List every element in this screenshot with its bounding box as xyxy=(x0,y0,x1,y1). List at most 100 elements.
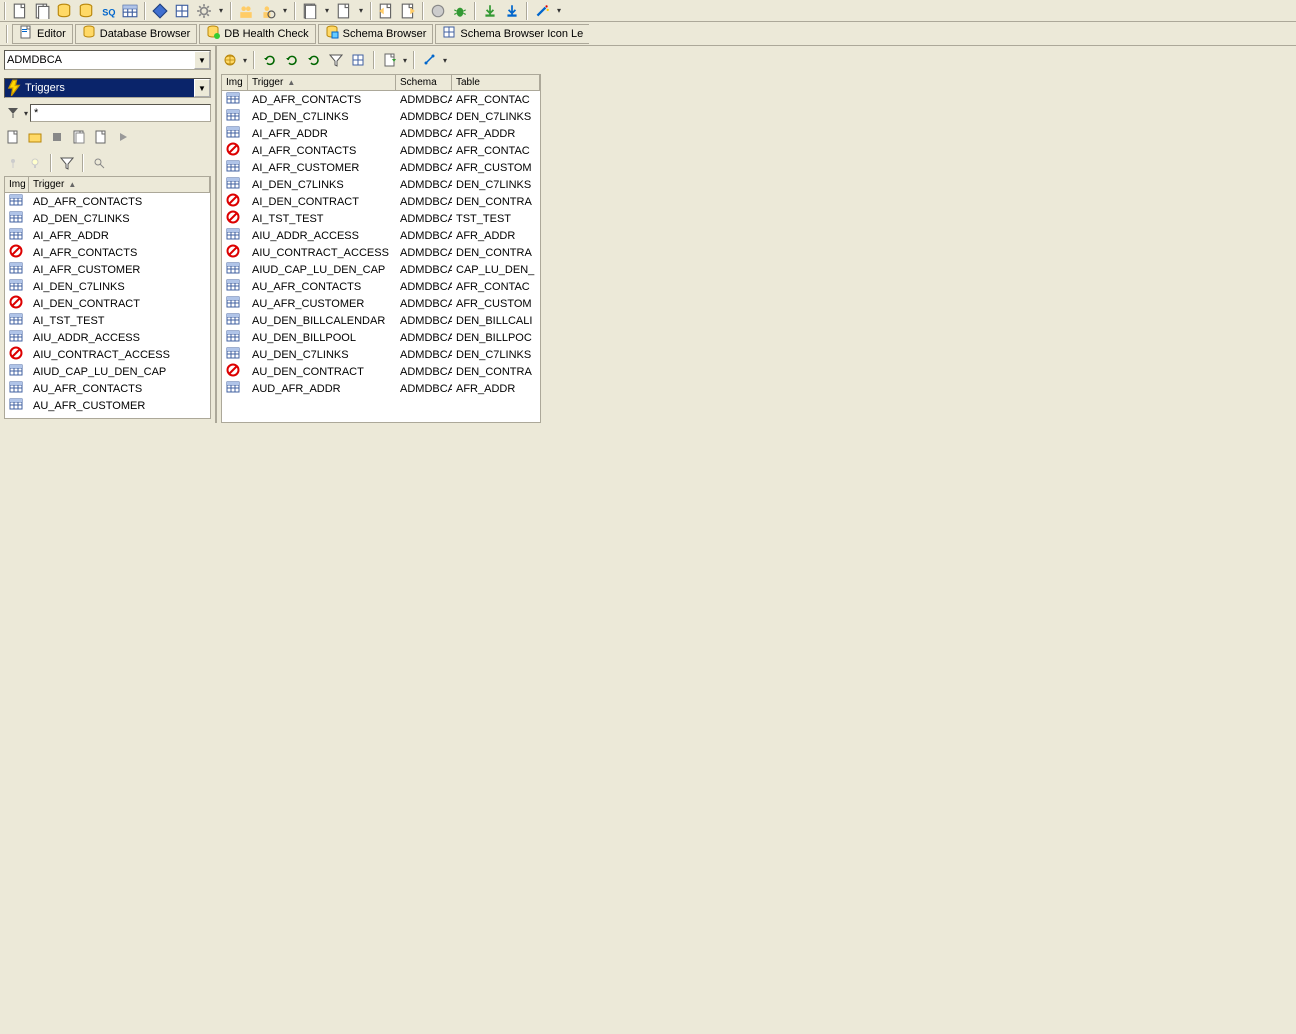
list-item[interactable]: AU_AFR_CONTACTS xyxy=(5,380,210,397)
tab-schema-browser-icon[interactable]: Schema Browser Icon Le xyxy=(435,24,589,44)
pin-btn[interactable] xyxy=(4,154,22,172)
tb-btn-dl1[interactable] xyxy=(480,1,500,21)
triggers-grid: Img Trigger▲ Schema Table AD_AFR_CONTACT… xyxy=(221,74,541,423)
tb-btn-11[interactable] xyxy=(258,1,278,21)
stop-btn[interactable] xyxy=(48,128,66,146)
script-btn[interactable] xyxy=(92,128,110,146)
col-header-img[interactable]: Img xyxy=(5,177,29,192)
play-btn[interactable] xyxy=(114,128,132,146)
dropdown-arrow-icon[interactable]: ▾ xyxy=(243,56,247,65)
tb-btn-4[interactable] xyxy=(76,1,96,21)
refresh-btn-3[interactable] xyxy=(305,51,323,69)
funnel-btn[interactable] xyxy=(58,154,76,172)
dropdown-arrow-icon[interactable]: ▾ xyxy=(403,56,407,65)
tb-btn-8[interactable] xyxy=(172,1,192,21)
table-row[interactable]: AU_DEN_C7LINKSADMDBCADEN_C7LINKS xyxy=(222,346,540,363)
list-item[interactable]: AD_DEN_C7LINKS xyxy=(5,210,210,227)
export-btn[interactable] xyxy=(381,51,399,69)
list-item[interactable]: AIU_CONTRACT_ACCESS xyxy=(5,346,210,363)
col-header-img[interactable]: Img xyxy=(222,75,248,90)
tb-btn-10[interactable] xyxy=(236,1,256,21)
table-row[interactable]: AU_AFR_CUSTOMERADMDBCAAFR_CUSTOM xyxy=(222,295,540,312)
col-header-trigger[interactable]: Trigger▲ xyxy=(248,75,396,90)
table-row[interactable]: AI_TST_TESTADMDBCATST_TEST xyxy=(222,210,540,227)
dropdown-arrow-icon[interactable]: ▾ xyxy=(24,109,28,118)
list-item[interactable]: AI_AFR_CUSTOMER xyxy=(5,261,210,278)
table-row[interactable]: AI_DEN_CONTRACTADMDBCADEN_CONTRA xyxy=(222,193,540,210)
grid-body: AD_AFR_CONTACTSAD_DEN_C7LINKSAI_AFR_ADDR… xyxy=(5,193,210,414)
list-item[interactable]: AIU_ADDR_ACCESS xyxy=(5,329,210,346)
tb-btn-bug[interactable] xyxy=(450,1,470,21)
tb-btn-1[interactable] xyxy=(10,1,30,21)
list-item[interactable]: AI_AFR_CONTACTS xyxy=(5,244,210,261)
table-row[interactable]: AUD_AFR_ADDRADMDBCAAFR_ADDR xyxy=(222,380,540,397)
table-row[interactable]: AU_DEN_BILLCALENDARADMDBCADEN_BILLCALI xyxy=(222,312,540,329)
filter-type-button[interactable] xyxy=(4,104,22,122)
list-item[interactable]: AI_DEN_CONTRACT xyxy=(5,295,210,312)
tb-btn-5[interactable]: SQL xyxy=(98,1,118,21)
table-row[interactable]: AD_AFR_CONTACTSADMDBCAAFR_CONTAC xyxy=(222,91,540,108)
tb-btn-3[interactable] xyxy=(54,1,74,21)
table-row[interactable]: AI_AFR_CUSTOMERADMDBCAAFR_CUSTOM xyxy=(222,159,540,176)
col-header-trigger[interactable]: Trigger▲ xyxy=(29,177,210,192)
table-row[interactable]: AU_DEN_BILLPOOLADMDBCADEN_BILLPOC xyxy=(222,329,540,346)
table-row[interactable]: AI_AFR_CONTACTSADMDBCAAFR_CONTAC xyxy=(222,142,540,159)
tab-schema-browser[interactable]: Schema Browser xyxy=(318,24,434,44)
copy-btn[interactable] xyxy=(70,128,88,146)
list-item[interactable]: AI_TST_TEST xyxy=(5,312,210,329)
table-row[interactable]: AU_DEN_CONTRACTADMDBCADEN_CONTRA xyxy=(222,363,540,380)
find-btn[interactable] xyxy=(90,154,108,172)
tb-btn-7[interactable] xyxy=(150,1,170,21)
table-row[interactable]: AI_DEN_C7LINKSADMDBCADEN_C7LINKS xyxy=(222,176,540,193)
list-item[interactable]: AIUD_CAP_LU_DEN_CAP xyxy=(5,363,210,380)
globe-btn[interactable] xyxy=(221,51,239,69)
link-btn[interactable] xyxy=(421,51,439,69)
tab-editor[interactable]: Editor xyxy=(12,24,73,44)
dropdown-arrow-icon[interactable]: ▼ xyxy=(194,79,210,97)
bulb-btn[interactable] xyxy=(26,154,44,172)
list-item[interactable]: AD_AFR_CONTACTS xyxy=(5,193,210,210)
tb-drop-9[interactable]: ▾ xyxy=(216,6,226,15)
col-header-table[interactable]: Table xyxy=(452,75,540,90)
schema-combo[interactable]: ADMDBCA ▼ xyxy=(4,50,211,70)
filter-input[interactable] xyxy=(30,104,211,122)
tb-btn-2[interactable] xyxy=(32,1,52,21)
object-toolbar-1 xyxy=(0,124,215,150)
tab-db-health-check[interactable]: DB Health Check xyxy=(199,24,315,44)
col-label: Img xyxy=(226,77,243,88)
table-row[interactable]: AIU_ADDR_ACCESSADMDBCAAFR_ADDR xyxy=(222,227,540,244)
tb-btn-wand[interactable] xyxy=(532,1,552,21)
tb-drop-12[interactable]: ▾ xyxy=(322,6,332,15)
list-item[interactable]: AI_AFR_ADDR xyxy=(5,227,210,244)
tab-database-browser[interactable]: Database Browser xyxy=(75,24,198,44)
tb-btn-14[interactable] xyxy=(376,1,396,21)
list-item[interactable]: AI_DEN_C7LINKS xyxy=(5,278,210,295)
table-row[interactable]: AD_DEN_C7LINKSADMDBCADEN_C7LINKS xyxy=(222,108,540,125)
funnel-btn[interactable] xyxy=(327,51,345,69)
grid-view-btn[interactable] xyxy=(349,51,367,69)
table-row[interactable]: AI_AFR_ADDRADMDBCAAFR_ADDR xyxy=(222,125,540,142)
dropdown-arrow-icon[interactable]: ▼ xyxy=(194,51,210,69)
dropdown-arrow-icon[interactable]: ▾ xyxy=(443,56,447,65)
refresh-btn-2[interactable] xyxy=(283,51,301,69)
tb-drop-11[interactable]: ▾ xyxy=(280,6,290,15)
table-row[interactable]: AIUD_CAP_LU_DEN_CAPADMDBCACAP_LU_DEN_ xyxy=(222,261,540,278)
new-folder-btn[interactable] xyxy=(26,128,44,146)
tb-btn-dl2[interactable] xyxy=(502,1,522,21)
list-item[interactable]: AU_AFR_CUSTOMER xyxy=(5,397,210,414)
col-header-schema[interactable]: Schema xyxy=(396,75,452,90)
tb-btn-12[interactable] xyxy=(300,1,320,21)
svg-text:SQL: SQL xyxy=(102,7,116,17)
tb-btn-9[interactable] xyxy=(194,1,214,21)
tb-drop-wand[interactable]: ▾ xyxy=(554,6,564,15)
new-object-btn[interactable] xyxy=(4,128,22,146)
tb-btn-stop[interactable] xyxy=(428,1,448,21)
table-row[interactable]: AIU_CONTRACT_ACCESSADMDBCADEN_CONTRA xyxy=(222,244,540,261)
tb-btn-6[interactable] xyxy=(120,1,140,21)
tb-btn-15[interactable] xyxy=(398,1,418,21)
table-row[interactable]: AU_AFR_CONTACTSADMDBCAAFR_CONTAC xyxy=(222,278,540,295)
refresh-btn-1[interactable] xyxy=(261,51,279,69)
tb-btn-13[interactable] xyxy=(334,1,354,21)
object-type-combo[interactable]: Triggers ▼ xyxy=(4,78,211,98)
tb-drop-13[interactable]: ▾ xyxy=(356,6,366,15)
